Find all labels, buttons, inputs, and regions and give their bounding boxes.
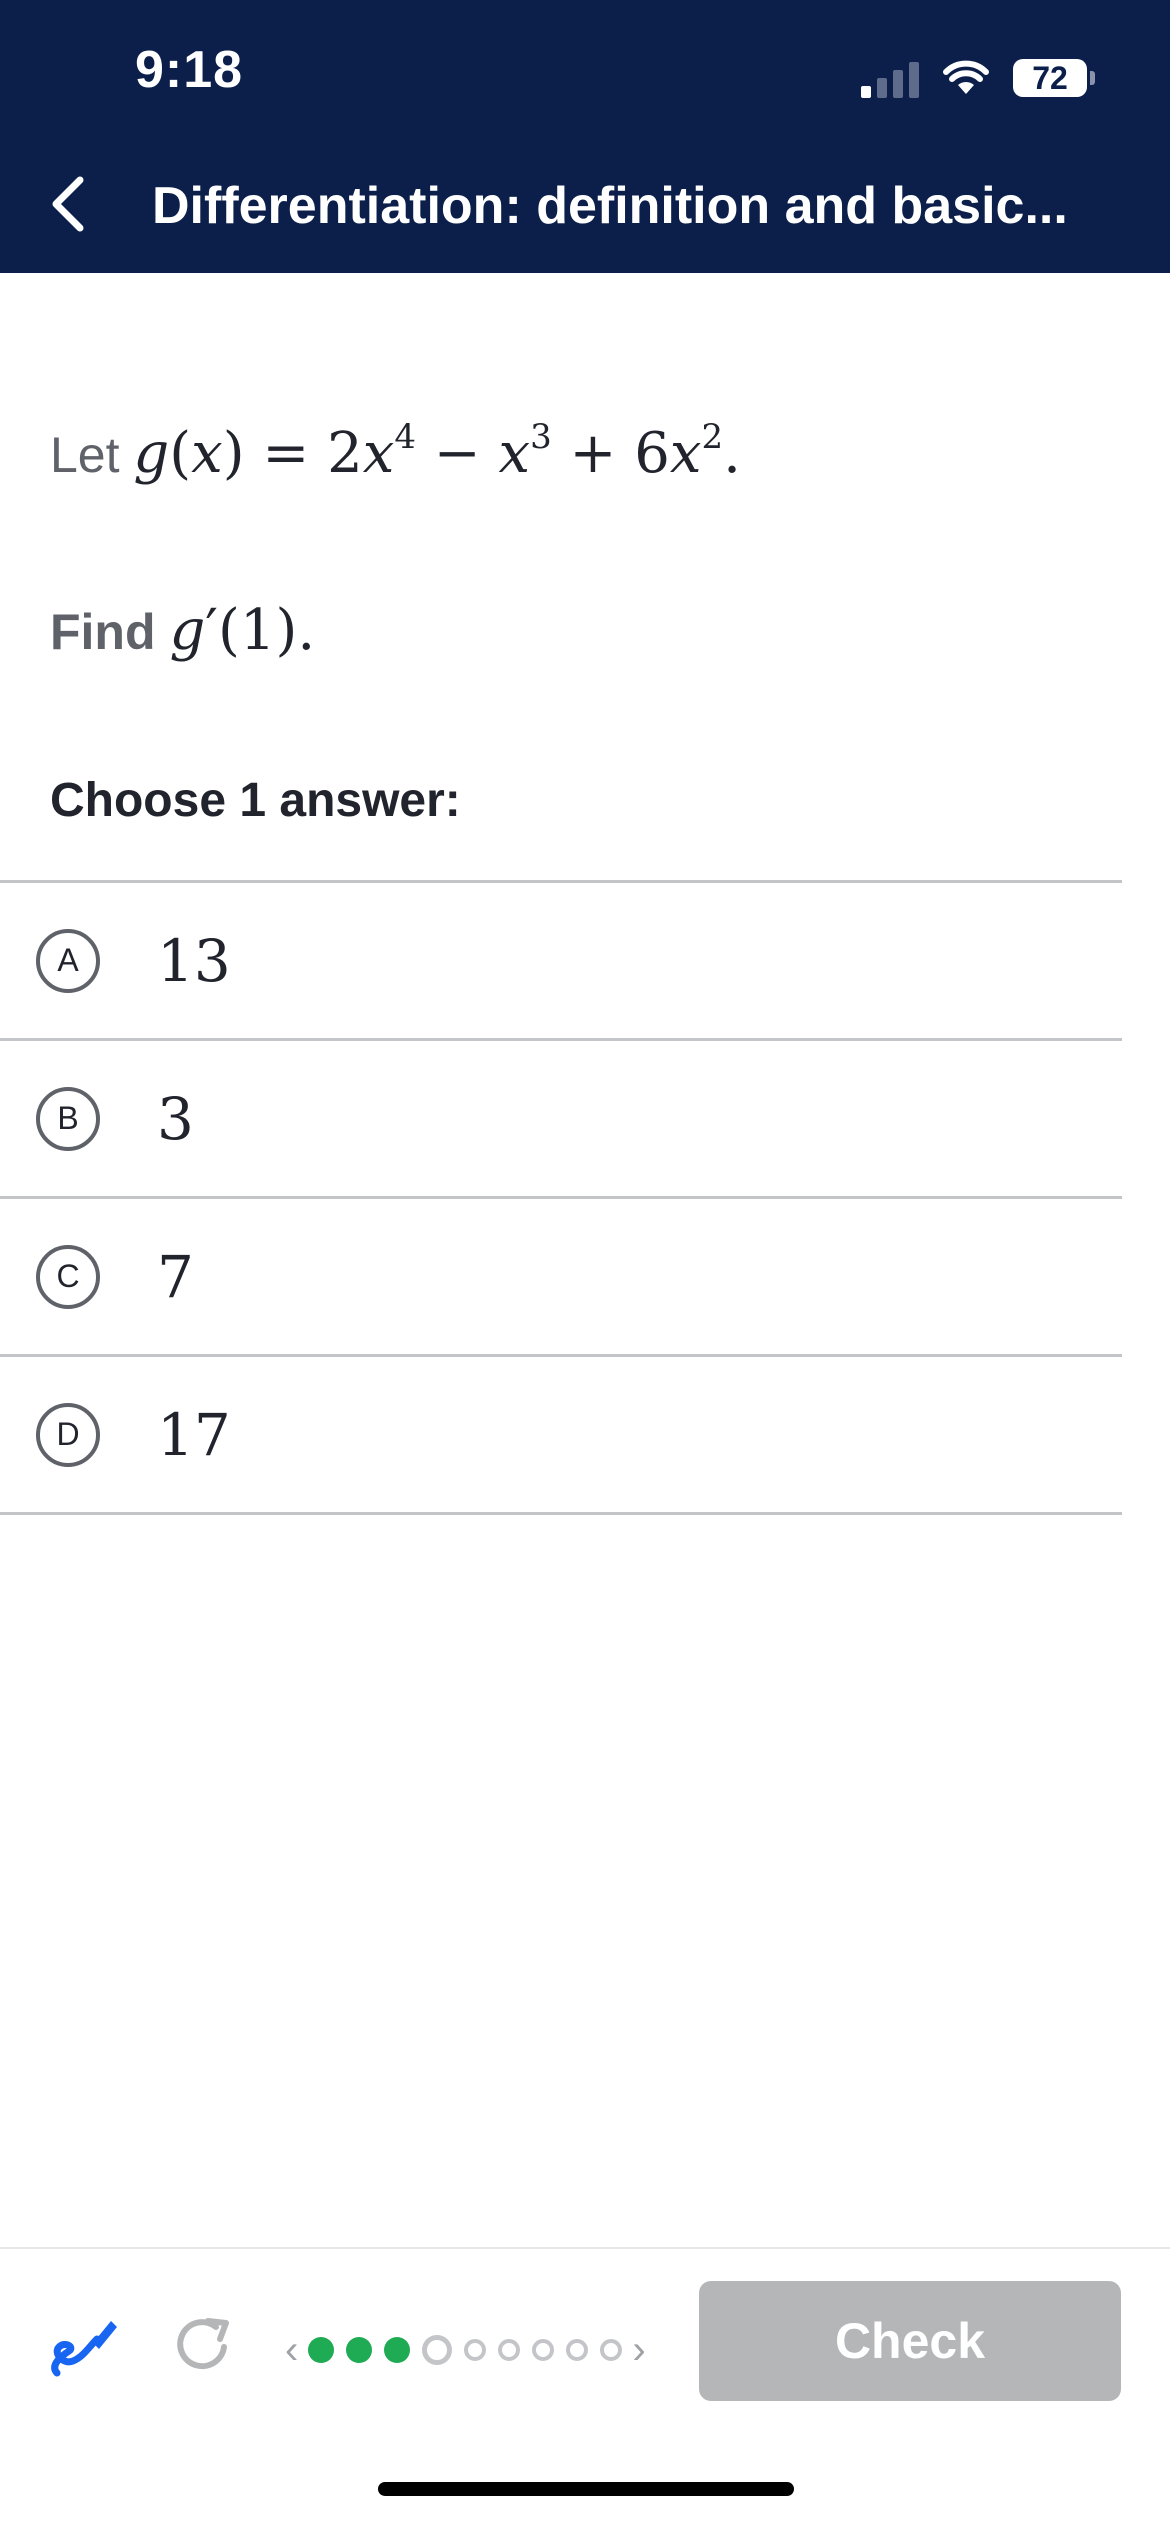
choice-value: 13 — [157, 926, 231, 995]
battery-level: 72 — [1013, 59, 1087, 97]
status-icons: 72 — [861, 50, 1095, 106]
chevron-right-icon[interactable]: › — [632, 2330, 645, 2370]
question-intro: Let — [50, 427, 120, 483]
progress-dot-pending — [600, 2339, 623, 2361]
cellular-signal-icon — [861, 58, 919, 98]
back-button[interactable] — [48, 174, 88, 234]
choice-a[interactable]: A 13 — [0, 880, 1122, 1038]
answer-choices: A 13 B 3 C 7 D 17 — [0, 880, 1122, 1515]
choice-letter-badge: A — [36, 928, 100, 993]
wifi-icon — [943, 60, 989, 96]
question-definition: Let g(x) = 2x4 − x3 + 6x2. — [50, 417, 741, 486]
choice-c[interactable]: C 7 — [0, 1196, 1122, 1354]
question-prompt: Find g′(1). — [50, 598, 315, 663]
page-title: Differentiation: definition and basic... — [152, 177, 1068, 235]
choice-value: 7 — [157, 1242, 194, 1311]
status-time: 9:18 — [135, 41, 244, 99]
prompt-expression: g′(1). — [169, 598, 316, 663]
progress-dot-complete — [308, 2337, 335, 2363]
choice-value: 17 — [157, 1400, 231, 1469]
chevron-left-icon[interactable]: ‹ — [285, 2330, 298, 2370]
redo-icon — [177, 2318, 229, 2370]
choose-label: Choose 1 answer: — [50, 774, 461, 827]
progress-dot-complete — [384, 2337, 411, 2363]
battery-icon: 72 — [1013, 59, 1095, 97]
nav-row: Differentiation: definition and basic... — [0, 170, 1170, 240]
choice-d[interactable]: D 17 — [0, 1354, 1122, 1515]
function-equation: g(x) = 2x4 − x3 + 6x2. — [133, 417, 741, 486]
choice-value: 3 — [157, 1084, 194, 1153]
prompt-text: Find — [50, 604, 156, 660]
scratchpad-button[interactable] — [45, 2307, 125, 2387]
home-indicator — [378, 2482, 794, 2496]
progress-dot-pending — [532, 2339, 555, 2361]
progress-dot-pending — [566, 2339, 589, 2361]
choice-letter-badge: B — [36, 1086, 100, 1151]
pencil-icon — [51, 2321, 117, 2377]
bottom-toolbar: ‹ › Check — [0, 2247, 1170, 2429]
check-button[interactable]: Check — [699, 2281, 1121, 2401]
choice-b[interactable]: B 3 — [0, 1038, 1122, 1196]
progress-dot-pending — [464, 2339, 487, 2361]
progress-dot-complete — [346, 2337, 373, 2363]
progress-dot-current — [422, 2335, 453, 2365]
progress-indicator: ‹ › — [285, 2325, 646, 2375]
app-header: 9:18 72 Differentiation: definition and … — [0, 0, 1170, 273]
choice-letter-badge: C — [36, 1244, 100, 1309]
progress-dot-pending — [498, 2339, 521, 2361]
choice-letter-badge: D — [36, 1402, 100, 1467]
chevron-left-icon — [52, 176, 84, 232]
redo-button[interactable] — [172, 2313, 236, 2377]
